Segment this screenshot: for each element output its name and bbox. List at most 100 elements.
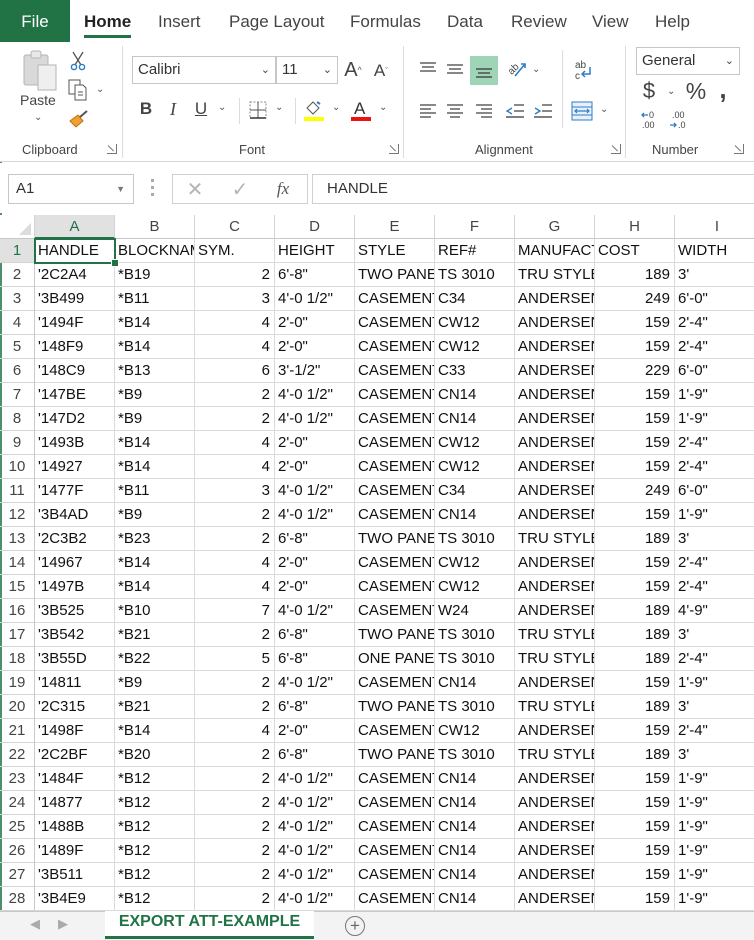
cell-e9[interactable]: CASEMENT (355, 431, 435, 455)
cell-e2[interactable]: TWO PANEL (355, 263, 435, 287)
cell-h14[interactable]: 159 (595, 551, 675, 575)
cell-b18[interactable]: *B22 (115, 647, 195, 671)
cell-g6[interactable]: ANDERSEN (515, 359, 595, 383)
cell-f14[interactable]: CW12 (435, 551, 515, 575)
cell-c20[interactable]: 2 (195, 695, 275, 719)
cell-i21[interactable]: 2'-4" (675, 719, 754, 743)
cell-e22[interactable]: TWO PANEL (355, 743, 435, 767)
cell-h5[interactable]: 159 (595, 335, 675, 359)
cell-g10[interactable]: ANDERSEN (515, 455, 595, 479)
cell-h25[interactable]: 159 (595, 815, 675, 839)
cell-c10[interactable]: 4 (195, 455, 275, 479)
cell-h6[interactable]: 229 (595, 359, 675, 383)
merge-dropdown-chevron-icon[interactable]: ⌄ (600, 104, 608, 115)
cell-f15[interactable]: CW12 (435, 575, 515, 599)
cell-e23[interactable]: CASEMENT (355, 767, 435, 791)
cell-i26[interactable]: 1'-9" (675, 839, 754, 863)
cell-f27[interactable]: CN14 (435, 863, 515, 887)
cell-i5[interactable]: 2'-4" (675, 335, 754, 359)
sheet-tab-export-att-example[interactable]: EXPORT ATT-EXAMPLE (105, 911, 314, 939)
cell-f17[interactable]: TS 3010 (435, 623, 515, 647)
cell-h8[interactable]: 159 (595, 407, 675, 431)
cell-i4[interactable]: 2'-4" (675, 311, 754, 335)
select-all-button[interactable] (0, 215, 35, 239)
cell-g25[interactable]: ANDERSEN (515, 815, 595, 839)
tab-review[interactable]: Review (511, 0, 567, 42)
cell-g16[interactable]: ANDERSEN (515, 599, 595, 623)
orientation-dropdown-chevron-icon[interactable]: ⌄ (532, 64, 540, 75)
cell-h22[interactable]: 189 (595, 743, 675, 767)
cell-d13[interactable]: 6'-8" (275, 527, 355, 551)
cell-e11[interactable]: CASEMENT (355, 479, 435, 503)
row-header[interactable]: 6 (0, 359, 35, 383)
underline-button[interactable]: U (192, 98, 210, 120)
cell-b2[interactable]: *B19 (115, 263, 195, 287)
cell-b12[interactable]: *B9 (115, 503, 195, 527)
cell-b7[interactable]: *B9 (115, 383, 195, 407)
cell-h11[interactable]: 249 (595, 479, 675, 503)
cell-h24[interactable]: 159 (595, 791, 675, 815)
cell-g5[interactable]: ANDERSEN (515, 335, 595, 359)
cell-a1[interactable]: HANDLE (35, 239, 115, 263)
tab-view[interactable]: View (592, 0, 629, 42)
cell-g15[interactable]: ANDERSEN (515, 575, 595, 599)
accounting-dropdown-chevron-icon[interactable]: ⌄ (667, 86, 675, 97)
cell-a14[interactable]: '14967 (35, 551, 115, 575)
row-header[interactable]: 1 (0, 239, 35, 263)
tab-data[interactable]: Data (447, 0, 483, 42)
cell-d28[interactable]: 4'-0 1/2" (275, 887, 355, 911)
cell-c7[interactable]: 2 (195, 383, 275, 407)
cell-c22[interactable]: 2 (195, 743, 275, 767)
row-header[interactable]: 18 (0, 647, 35, 671)
cell-e6[interactable]: CASEMENT (355, 359, 435, 383)
cell-e17[interactable]: TWO PANEL (355, 623, 435, 647)
cell-i16[interactable]: 4'-9" (675, 599, 754, 623)
cell-a18[interactable]: '3B55D (35, 647, 115, 671)
cell-g27[interactable]: ANDERSEN (515, 863, 595, 887)
cell-c13[interactable]: 2 (195, 527, 275, 551)
row-header[interactable]: 23 (0, 767, 35, 791)
cell-g22[interactable]: TRU STYLE (515, 743, 595, 767)
cell-h2[interactable]: 189 (595, 263, 675, 287)
cell-f24[interactable]: CN14 (435, 791, 515, 815)
increase-font-size-icon[interactable]: A ^ (342, 57, 364, 83)
cell-e28[interactable]: CASEMENT (355, 887, 435, 911)
column-header-b[interactable]: B (115, 215, 195, 239)
decrease-font-size-icon[interactable]: Aˇ (371, 59, 391, 83)
paste-dropdown-chevron-icon[interactable]: ⌄ (34, 112, 42, 123)
increase-decimal-icon[interactable]: 0.00 (640, 108, 664, 132)
cell-i17[interactable]: 3' (675, 623, 754, 647)
cell-e24[interactable]: CASEMENT (355, 791, 435, 815)
cell-c15[interactable]: 4 (195, 575, 275, 599)
tab-page-layout[interactable]: Page Layout (229, 0, 324, 42)
cell-g26[interactable]: ANDERSEN (515, 839, 595, 863)
cell-i15[interactable]: 2'-4" (675, 575, 754, 599)
cell-c14[interactable]: 4 (195, 551, 275, 575)
row-header[interactable]: 26 (0, 839, 35, 863)
align-right-icon[interactable] (472, 98, 496, 124)
cell-b3[interactable]: *B11 (115, 287, 195, 311)
cell-h10[interactable]: 159 (595, 455, 675, 479)
cell-h16[interactable]: 189 (595, 599, 675, 623)
cell-g8[interactable]: ANDERSEN (515, 407, 595, 431)
column-header-f[interactable]: F (435, 215, 515, 239)
cell-d4[interactable]: 2'-0" (275, 311, 355, 335)
cell-f8[interactable]: CN14 (435, 407, 515, 431)
row-header[interactable]: 9 (0, 431, 35, 455)
row-header[interactable]: 3 (0, 287, 35, 311)
cell-c25[interactable]: 2 (195, 815, 275, 839)
cell-b26[interactable]: *B12 (115, 839, 195, 863)
cell-f6[interactable]: C33 (435, 359, 515, 383)
accounting-format-button[interactable]: $ (640, 78, 658, 104)
cell-a24[interactable]: '14877 (35, 791, 115, 815)
cell-f22[interactable]: TS 3010 (435, 743, 515, 767)
paste-button[interactable]: Paste (20, 92, 56, 108)
cell-f16[interactable]: W24 (435, 599, 515, 623)
cell-a11[interactable]: '1477F (35, 479, 115, 503)
cell-b8[interactable]: *B9 (115, 407, 195, 431)
cell-d3[interactable]: 4'-0 1/2" (275, 287, 355, 311)
formula-bar-resize-handle[interactable] (151, 179, 154, 199)
cell-d20[interactable]: 6'-8" (275, 695, 355, 719)
merge-center-icon[interactable] (569, 98, 595, 124)
row-header[interactable]: 4 (0, 311, 35, 335)
